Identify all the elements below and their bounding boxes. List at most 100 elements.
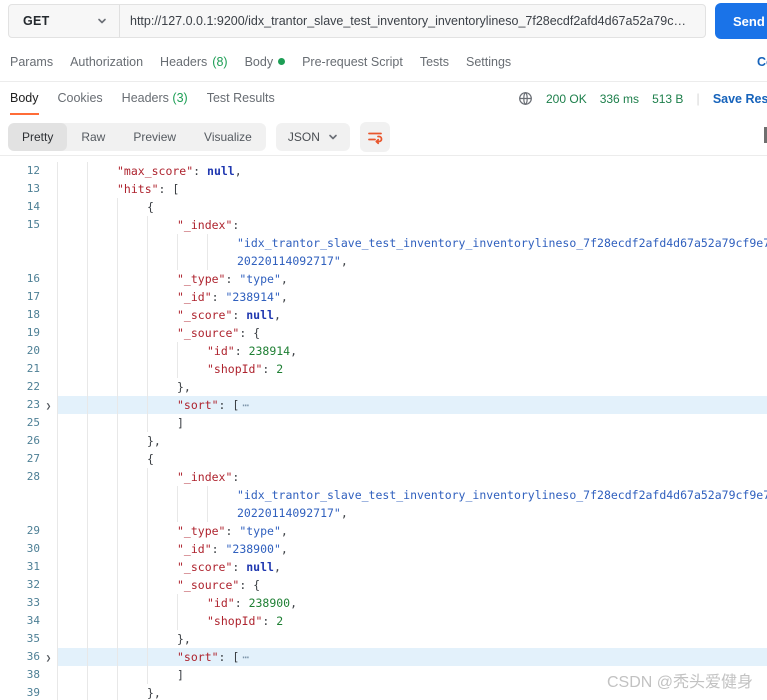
tab-pre-request-script[interactable]: Pre-request Script — [302, 55, 403, 69]
code-content[interactable]: "hits": [ — [57, 180, 767, 198]
code-line-20: 20 "id": 238914, — [0, 342, 767, 360]
response-tab-headers[interactable]: Headers (3) — [122, 91, 188, 113]
code-content[interactable]: 20220114092717", — [57, 252, 767, 270]
cookies-link[interactable]: Cookies — [757, 55, 767, 69]
code-content[interactable]: "idx_trantor_slave_test_inventory_invent… — [57, 486, 767, 504]
fold-column — [40, 414, 57, 432]
code-content[interactable]: "max_score": null, — [57, 162, 767, 180]
view-mode-switch: Pretty Raw Preview Visualize — [8, 122, 266, 151]
send-button[interactable]: Send — [715, 3, 767, 39]
fold-column — [40, 504, 57, 522]
code-content[interactable]: "_source": { — [57, 324, 767, 342]
code-line-33: 33 "id": 238900, — [0, 594, 767, 612]
code-line-35: 35}, — [0, 630, 767, 648]
response-tab-cookies[interactable]: Cookies — [58, 91, 103, 113]
line-number: 38 — [26, 668, 40, 681]
code-content[interactable]: "shopId": 2 — [57, 360, 767, 378]
code-content[interactable]: "id": 238914, — [57, 342, 767, 360]
fold-column — [40, 432, 57, 450]
fold-column — [40, 216, 57, 234]
folded-range-marker[interactable]: ⋯ — [239, 396, 251, 414]
code-content[interactable]: "_type": "type", — [57, 270, 767, 288]
code-line-wrap: 20220114092717", — [0, 504, 767, 522]
view-tab-visualize[interactable]: Visualize — [190, 123, 266, 151]
tab-settings[interactable]: Settings — [466, 55, 511, 69]
code-content[interactable]: }, — [57, 432, 767, 450]
folded-range-marker[interactable]: ⋯ — [239, 648, 251, 666]
line-number: 23 — [26, 398, 40, 411]
line-number: 26 — [26, 434, 40, 447]
fold-chevron-icon[interactable]: ❯ — [40, 648, 57, 666]
url-input[interactable]: http://127.0.0.1:9200/idx_trantor_slave_… — [120, 14, 705, 28]
view-tab-pretty[interactable]: Pretty — [8, 122, 68, 151]
code-content[interactable]: 20220114092717", — [57, 504, 767, 522]
tab-headers[interactable]: Headers (8) — [160, 55, 228, 69]
code-content[interactable]: "_id": "238914", — [57, 288, 767, 306]
tab-params[interactable]: Params — [10, 55, 53, 69]
code-content[interactable]: "sort": [⋯ — [57, 396, 767, 414]
fold-column — [40, 324, 57, 342]
code-line-wrap: 20220114092717", — [0, 252, 767, 270]
view-tab-raw[interactable]: Raw — [67, 123, 119, 151]
tab-authorization[interactable]: Authorization — [70, 55, 143, 69]
tab-body[interactable]: Body — [245, 55, 286, 69]
line-number: 21 — [26, 362, 40, 375]
fold-column — [40, 468, 57, 486]
fold-column — [40, 306, 57, 324]
chevron-down-icon — [329, 134, 337, 139]
code-content[interactable]: "shopId": 2 — [57, 612, 767, 630]
code-content[interactable]: "_id": "238900", — [57, 540, 767, 558]
line-number: 25 — [26, 416, 40, 429]
fold-column — [40, 558, 57, 576]
response-tab-test-results[interactable]: Test Results — [207, 91, 275, 113]
save-response-button[interactable]: Save Response — [713, 92, 767, 106]
code-content[interactable]: }, — [57, 630, 767, 648]
code-content[interactable]: "_score": null, — [57, 306, 767, 324]
code-content[interactable]: "idx_trantor_slave_test_inventory_invent… — [57, 234, 767, 252]
fold-column — [40, 612, 57, 630]
response-header: Body Cookies Headers (3) Test Results 200 O… — [0, 82, 767, 118]
wrap-lines-button[interactable] — [359, 121, 390, 152]
format-label: JSON — [287, 129, 320, 144]
code-line-28: 28 "_index": — [0, 468, 767, 486]
line-number: 16 — [26, 272, 40, 285]
code-content[interactable]: "_score": null, — [57, 558, 767, 576]
response-tab-body[interactable]: Body — [10, 91, 39, 115]
code-line-16: 16 "_type": "type", — [0, 270, 767, 288]
code-content[interactable]: "_index": — [57, 468, 767, 486]
line-number: 18 — [26, 308, 40, 321]
network-globe-icon[interactable] — [518, 91, 533, 106]
status-badge: 200 OK — [546, 91, 587, 106]
code-line-12: 12 "max_score": null, — [0, 162, 767, 180]
fold-chevron-icon[interactable]: ❯ — [40, 396, 57, 414]
code-line-19: 19 "_source": { — [0, 324, 767, 342]
code-line-31: 31 "_score": null, — [0, 558, 767, 576]
fold-column — [40, 540, 57, 558]
format-dropdown[interactable]: JSON — [275, 122, 350, 151]
code-content[interactable]: "_index": — [57, 216, 767, 234]
code-content[interactable]: "_source": { — [57, 576, 767, 594]
code-content[interactable]: ] — [57, 414, 767, 432]
line-number: 15 — [26, 218, 40, 231]
code-content[interactable]: "sort": [⋯ — [57, 648, 767, 666]
code-line-21: 21 "shopId": 2 — [0, 360, 767, 378]
code-line-32: 32 "_source": { — [0, 576, 767, 594]
line-number: 27 — [26, 452, 40, 465]
fold-column — [40, 666, 57, 684]
code-line-18: 18 "_score": null, — [0, 306, 767, 324]
line-number: 32 — [26, 578, 40, 591]
tab-tests[interactable]: Tests — [420, 55, 449, 69]
code-content[interactable]: "_type": "type", — [57, 522, 767, 540]
view-tab-preview[interactable]: Preview — [119, 123, 190, 151]
code-line-30: 30 "_id": "238900", — [0, 540, 767, 558]
wrap-lines-icon — [367, 132, 383, 144]
response-meta: 200 OK 336 ms 513 B | Save Response — [518, 91, 767, 106]
method-dropdown[interactable]: GET — [9, 5, 119, 37]
code-content[interactable]: }, — [57, 378, 767, 396]
url-bar: GET http://127.0.0.1:9200/idx_trantor_sl… — [0, 0, 767, 42]
line-number — [0, 234, 40, 252]
code-content[interactable]: "id": 238900, — [57, 594, 767, 612]
code-line-wrap: "idx_trantor_slave_test_inventory_invent… — [0, 486, 767, 504]
code-content[interactable]: { — [57, 450, 767, 468]
code-content[interactable]: { — [57, 198, 767, 216]
